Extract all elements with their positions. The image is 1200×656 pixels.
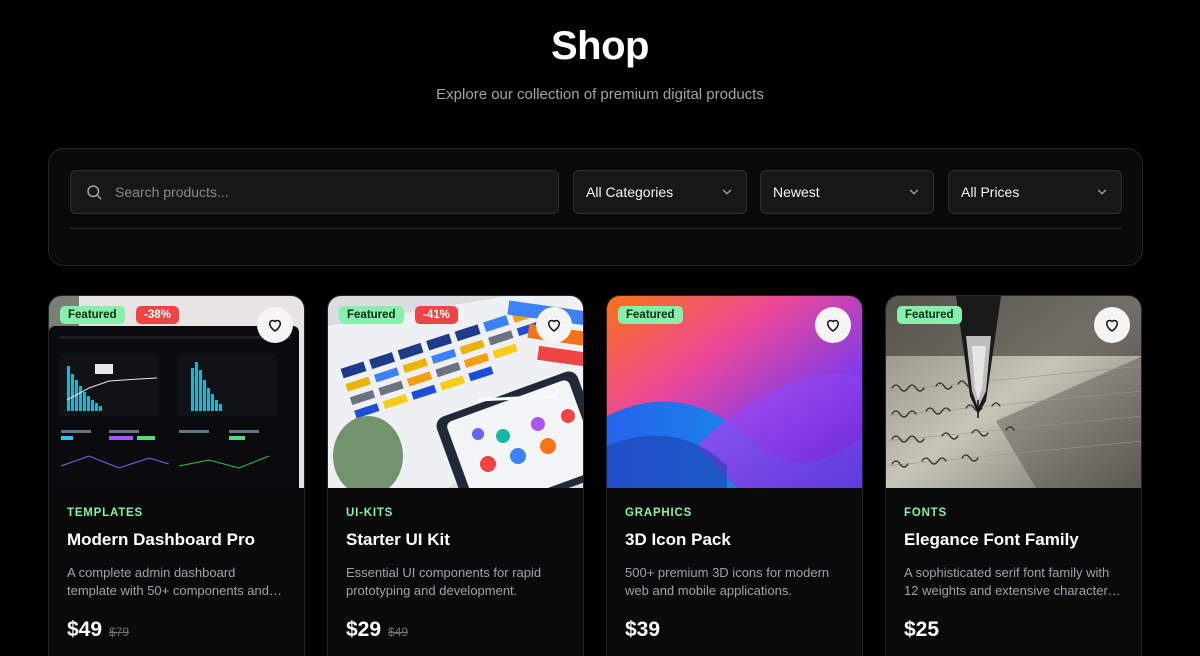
- product-description: A sophisticated serif font family with 1…: [904, 565, 1110, 598]
- heart-icon: [827, 319, 839, 332]
- discount-badge: -41%: [415, 306, 458, 324]
- chevron-down-icon: [722, 189, 732, 195]
- product-title[interactable]: Starter UI Kit: [346, 530, 565, 550]
- product-category: FONTS: [904, 507, 947, 519]
- price-select[interactable]: All Prices: [948, 170, 1122, 214]
- product-price: $39: [625, 618, 661, 641]
- product-description: A complete admin dashboard template with…: [67, 565, 269, 598]
- sort-select[interactable]: Newest: [760, 170, 934, 214]
- price-select-value: All Prices: [961, 184, 1020, 200]
- discount-badge: -38%: [136, 306, 179, 324]
- featured-badge: Featured: [897, 306, 962, 324]
- favorite-button[interactable]: [536, 307, 572, 343]
- heart-icon: [1106, 319, 1118, 332]
- featured-badge: Featured: [60, 306, 125, 324]
- favorite-button[interactable]: [1094, 307, 1130, 343]
- product-image: Featured: [607, 296, 862, 488]
- sort-select-value: Newest: [773, 184, 820, 200]
- search-box[interactable]: [70, 170, 559, 214]
- product-price: $49: [67, 618, 103, 641]
- favorite-button[interactable]: [815, 307, 851, 343]
- featured-badge: Featured: [618, 306, 683, 324]
- favorite-button[interactable]: [257, 307, 293, 343]
- category-select-value: All Categories: [586, 184, 674, 200]
- product-image: Featured: [886, 296, 1141, 488]
- search-input[interactable]: [115, 184, 535, 200]
- page-title: Shop: [551, 24, 649, 68]
- product-card[interactable]: Featured -38% TEMPLATES Modern Dashboard…: [48, 295, 305, 656]
- product-title[interactable]: Elegance Font Family: [904, 530, 1123, 550]
- heart-icon: [269, 319, 281, 332]
- product-price: $29: [346, 618, 382, 641]
- panel-divider: [70, 228, 1121, 229]
- chevron-down-icon: [909, 189, 919, 195]
- product-card[interactable]: Featured FONTS Elegance Font Family A so…: [885, 295, 1142, 656]
- product-image: Featured -41%: [328, 296, 583, 488]
- product-card[interactable]: Featured GRAPHICS 3D Icon Pack 500+ prem…: [606, 295, 863, 656]
- original-price: $79: [109, 625, 130, 639]
- original-price: $49: [388, 625, 409, 639]
- page-subtitle: Explore our collection of premium digita…: [436, 86, 764, 103]
- featured-badge: Featured: [339, 306, 404, 324]
- product-title[interactable]: 3D Icon Pack: [625, 530, 844, 550]
- product-price: $25: [904, 618, 940, 641]
- product-image: Featured -38%: [49, 296, 304, 488]
- product-category: TEMPLATES: [67, 507, 143, 519]
- chevron-down-icon: [1097, 189, 1107, 195]
- filter-panel: All Categories Newest All Prices: [48, 148, 1143, 266]
- product-card[interactable]: Featured -41% UI-KITS Starter UI Kit Ess…: [327, 295, 584, 656]
- category-select[interactable]: All Categories: [573, 170, 747, 214]
- product-description: Essential UI components for rapid protot…: [346, 565, 542, 598]
- search-icon: [87, 185, 102, 200]
- product-title[interactable]: Modern Dashboard Pro: [67, 530, 286, 550]
- heart-icon: [548, 319, 560, 332]
- price-row: $25: [904, 618, 1123, 642]
- price-row: $29 $49: [346, 618, 565, 642]
- price-row: $39: [625, 618, 844, 642]
- product-category: GRAPHICS: [625, 507, 693, 519]
- price-row: $49 $79: [67, 618, 286, 642]
- product-category: UI-KITS: [346, 507, 394, 519]
- product-description: 500+ premium 3D icons for modern web and…: [625, 565, 830, 598]
